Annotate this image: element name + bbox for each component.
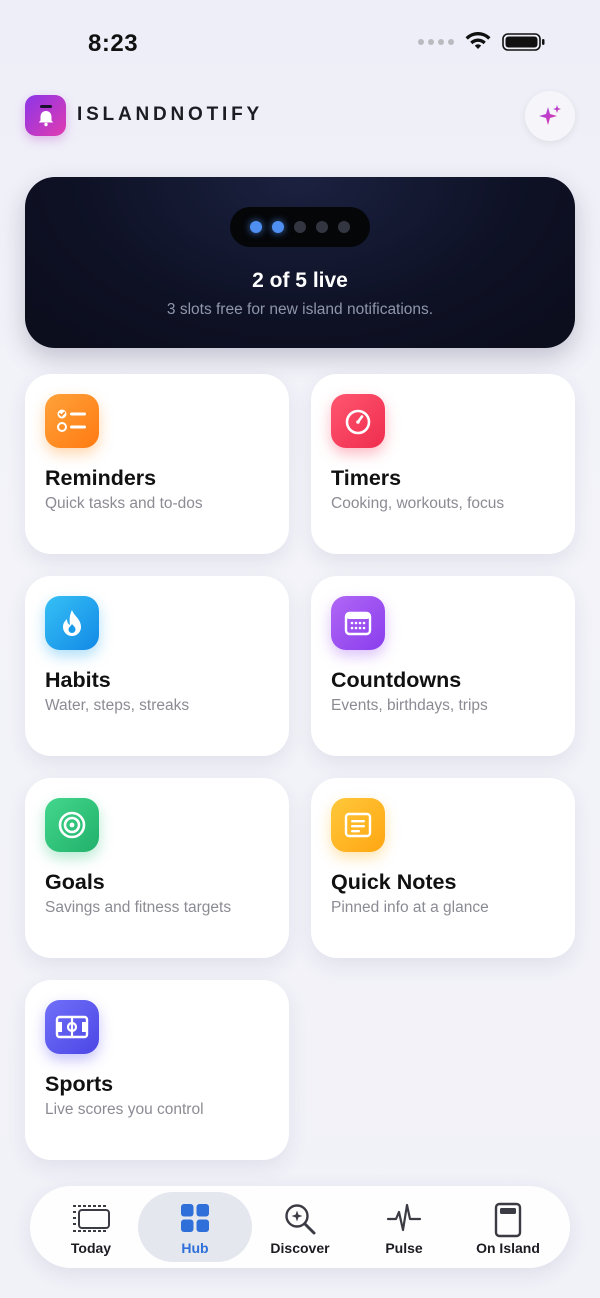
app-header: ISLANDNOTIFY xyxy=(25,91,575,141)
free-slot-dot xyxy=(338,221,350,233)
category-card-sports[interactable]: Sports Live scores you control xyxy=(25,980,289,1160)
wifi-icon xyxy=(465,32,491,49)
tab-label: Discover xyxy=(270,1240,330,1256)
sports-field-icon xyxy=(45,1000,99,1054)
app-logo xyxy=(25,95,66,136)
tab-pulse[interactable]: Pulse xyxy=(347,1192,461,1262)
free-slot-dot xyxy=(294,221,306,233)
grid-icon xyxy=(138,1202,252,1238)
card-subtitle: Events, birthdays, trips xyxy=(331,697,488,714)
card-subtitle: Pinned info at a glance xyxy=(331,899,489,916)
card-title: Habits xyxy=(45,668,111,692)
card-title: Reminders xyxy=(45,466,157,490)
status-bar: 8:23 xyxy=(0,0,600,90)
card-title: Timers xyxy=(331,466,402,490)
status-time: 8:23 xyxy=(88,30,139,57)
island-status-card[interactable]: 2 of 5 live 3 slots free for new island … xyxy=(25,177,575,348)
flame-icon xyxy=(45,596,99,650)
checklist-icon xyxy=(45,394,99,448)
status-icons xyxy=(418,32,546,52)
tab-today[interactable]: Today xyxy=(34,1192,148,1262)
category-card-habits[interactable]: Habits Water, steps, streaks xyxy=(25,576,289,756)
card-subtitle: Quick tasks and to-dos xyxy=(45,495,203,512)
live-slot-dot xyxy=(272,221,284,233)
category-card-reminders[interactable]: Reminders Quick tasks and to-dos xyxy=(25,374,289,554)
today-icon xyxy=(34,1202,148,1238)
tab-label: Pulse xyxy=(385,1240,423,1256)
live-slot-dot xyxy=(250,221,262,233)
discover-icon xyxy=(243,1202,357,1238)
live-count: 2 of 5 live xyxy=(252,269,348,292)
card-subtitle: Cooking, workouts, focus xyxy=(331,495,505,512)
tab-discover[interactable]: Discover xyxy=(243,1192,357,1262)
free-slot-dot xyxy=(316,221,328,233)
tab-on-island[interactable]: On Island xyxy=(451,1192,565,1262)
tab-label: Today xyxy=(70,1240,112,1256)
sparkle-icon xyxy=(539,105,561,125)
card-subtitle: Water, steps, streaks xyxy=(45,697,190,714)
card-subtitle: Savings and fitness targets xyxy=(45,899,232,916)
tab-bar: Today Hub Discover Pulse On Island xyxy=(30,1186,570,1268)
calendar-icon xyxy=(331,596,385,650)
battery-icon xyxy=(502,33,545,51)
category-card-timers[interactable]: Timers Cooking, workouts, focus xyxy=(311,374,575,554)
bell-icon xyxy=(38,104,53,126)
category-card-goals[interactable]: Goals Savings and fitness targets xyxy=(25,778,289,958)
ai-sparkle-button[interactable] xyxy=(525,91,575,141)
target-icon xyxy=(45,798,99,852)
phone-island-icon xyxy=(451,1202,565,1238)
live-subtitle: 3 slots free for new island notification… xyxy=(166,301,434,318)
tab-label: On Island xyxy=(476,1240,540,1256)
cellular-signal-icon xyxy=(418,39,454,45)
card-title: Quick Notes xyxy=(331,870,457,894)
category-card-quick-notes[interactable]: Quick Notes Pinned info at a glance xyxy=(311,778,575,958)
tab-label: Hub xyxy=(181,1240,209,1256)
island-slots-indicator xyxy=(230,207,370,247)
pulse-icon xyxy=(347,1202,461,1238)
card-subtitle: Live scores you control xyxy=(45,1101,204,1118)
timer-icon xyxy=(331,394,385,448)
app-name: ISLANDNOTIFY xyxy=(77,104,263,125)
note-icon xyxy=(331,798,385,852)
card-title: Sports xyxy=(45,1072,114,1096)
card-title: Goals xyxy=(45,870,105,894)
card-title: Countdowns xyxy=(331,668,462,692)
category-card-countdowns[interactable]: Countdowns Events, birthdays, trips xyxy=(311,576,575,756)
tab-hub[interactable]: Hub xyxy=(138,1192,252,1262)
